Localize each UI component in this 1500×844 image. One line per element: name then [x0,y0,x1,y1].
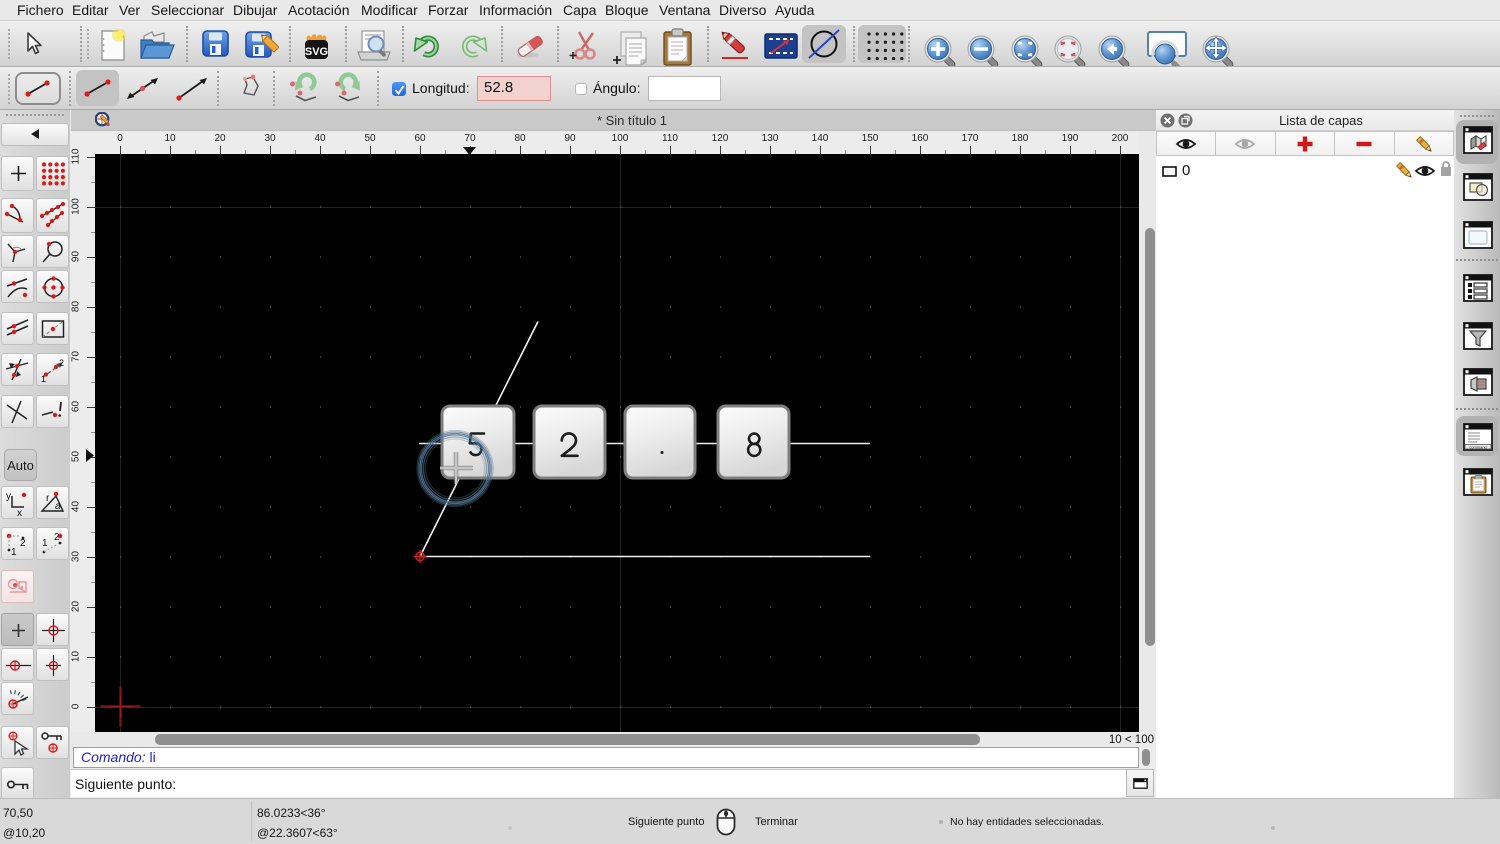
svg-text:1: 1 [41,374,46,384]
svg-text:1: 1 [11,547,17,558]
svg-text:x: x [17,508,22,518]
svg-text:1: 1 [42,538,48,549]
svg-text:command: command [1469,444,1487,449]
svg-text:2: 2 [59,358,64,368]
svg-text:y: y [6,491,11,502]
svg-text:SVG: SVG [305,46,328,58]
svg-text:2: 2 [20,538,26,549]
svg-text:a: a [55,501,61,512]
svg-text:2: 2 [54,532,60,543]
